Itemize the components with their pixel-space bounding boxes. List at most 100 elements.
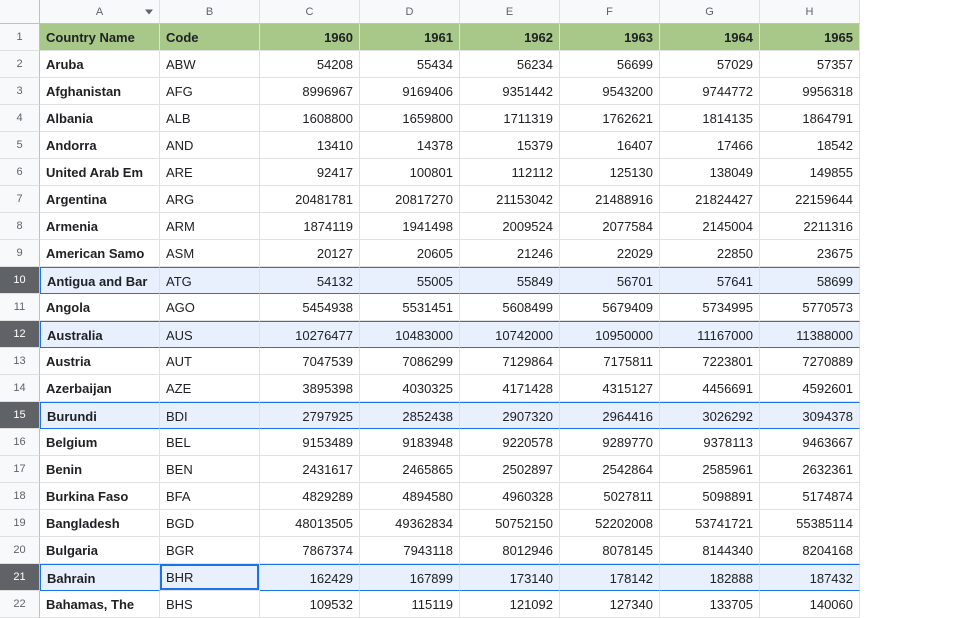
cell-value[interactable]: 8144340 — [660, 537, 760, 564]
header-country[interactable]: Country Name — [40, 24, 160, 51]
cell-code[interactable]: BHS — [160, 591, 260, 618]
cell-value[interactable]: 8996967 — [260, 78, 360, 105]
col-header-B[interactable]: B — [160, 0, 260, 24]
cell-value[interactable]: 1814135 — [660, 105, 760, 132]
cell-code[interactable]: AZE — [160, 375, 260, 402]
cell-country[interactable]: American Samo — [40, 240, 160, 267]
cell-value[interactable]: 9378113 — [660, 429, 760, 456]
cell-code[interactable]: ARE — [160, 159, 260, 186]
cell-value[interactable]: 7047539 — [260, 348, 360, 375]
cell-value[interactable]: 3026292 — [660, 402, 760, 429]
cell-code[interactable]: AND — [160, 132, 260, 159]
cell-value[interactable]: 52202008 — [560, 510, 660, 537]
cell-country[interactable]: Benin — [40, 456, 160, 483]
cell-country[interactable]: Albania — [40, 105, 160, 132]
cell-value[interactable]: 1608800 — [260, 105, 360, 132]
cell-value[interactable]: 9169406 — [360, 78, 460, 105]
cell-code[interactable]: AGO — [160, 294, 260, 321]
col-header-F[interactable]: F — [560, 0, 660, 24]
cell-value[interactable]: 20817270 — [360, 186, 460, 213]
row-header-8[interactable]: 8 — [0, 213, 40, 240]
row-header-4[interactable]: 4 — [0, 105, 40, 132]
cell-country[interactable]: Burkina Faso — [40, 483, 160, 510]
cell-value[interactable]: 5027811 — [560, 483, 660, 510]
cell-code[interactable]: BEL — [160, 429, 260, 456]
cell-value[interactable]: 8012946 — [460, 537, 560, 564]
cell-value[interactable]: 125130 — [560, 159, 660, 186]
cell-value[interactable]: 54132 — [260, 267, 360, 294]
cell-value[interactable]: 14378 — [360, 132, 460, 159]
header-code[interactable]: Code — [160, 24, 260, 51]
cell-value[interactable]: 5679409 — [560, 294, 660, 321]
cell-value[interactable]: 2907320 — [460, 402, 560, 429]
cell-code[interactable]: ALB — [160, 105, 260, 132]
cell-value[interactable]: 49362834 — [360, 510, 460, 537]
cell-value[interactable]: 20481781 — [260, 186, 360, 213]
cell-value[interactable]: 5608499 — [460, 294, 560, 321]
cell-value[interactable]: 92417 — [260, 159, 360, 186]
cell-value[interactable]: 2632361 — [760, 456, 860, 483]
cell-value[interactable]: 121092 — [460, 591, 560, 618]
header-y1962[interactable]: 1962 — [460, 24, 560, 51]
col-header-D[interactable]: D — [360, 0, 460, 24]
cell-value[interactable]: 17466 — [660, 132, 760, 159]
cell-value[interactable]: 149855 — [760, 159, 860, 186]
cell-code[interactable]: BFA — [160, 483, 260, 510]
cell-value[interactable]: 5454938 — [260, 294, 360, 321]
cell-value[interactable]: 7129864 — [460, 348, 560, 375]
cell-value[interactable]: 7086299 — [360, 348, 460, 375]
cell-code[interactable]: BGR — [160, 537, 260, 564]
cell-value[interactable]: 7175811 — [560, 348, 660, 375]
cell-value[interactable]: 100801 — [360, 159, 460, 186]
cell-value[interactable]: 1762621 — [560, 105, 660, 132]
cell-value[interactable]: 56234 — [460, 51, 560, 78]
cell-value[interactable]: 2585961 — [660, 456, 760, 483]
cell-value[interactable]: 57641 — [660, 267, 760, 294]
cell-value[interactable]: 4030325 — [360, 375, 460, 402]
cell-country[interactable]: Australia — [40, 321, 160, 348]
cell-value[interactable]: 9289770 — [560, 429, 660, 456]
cell-value[interactable]: 9183948 — [360, 429, 460, 456]
row-header-3[interactable]: 3 — [0, 78, 40, 105]
cell-code[interactable]: ARM — [160, 213, 260, 240]
cell-value[interactable]: 4456691 — [660, 375, 760, 402]
cell-value[interactable]: 4960328 — [460, 483, 560, 510]
cell-value[interactable]: 4894580 — [360, 483, 460, 510]
cell-value[interactable]: 187432 — [760, 564, 860, 591]
row-header-18[interactable]: 18 — [0, 483, 40, 510]
cell-value[interactable]: 13410 — [260, 132, 360, 159]
row-header-10[interactable]: 10 — [0, 267, 40, 294]
row-header-6[interactable]: 6 — [0, 159, 40, 186]
cell-code[interactable]: BDI — [160, 402, 260, 429]
row-header-20[interactable]: 20 — [0, 537, 40, 564]
cell-value[interactable]: 55849 — [460, 267, 560, 294]
cell-value[interactable]: 138049 — [660, 159, 760, 186]
cell-value[interactable]: 9351442 — [460, 78, 560, 105]
cell-value[interactable]: 57029 — [660, 51, 760, 78]
row-header-22[interactable]: 22 — [0, 591, 40, 618]
cell-value[interactable]: 4829289 — [260, 483, 360, 510]
cell-value[interactable]: 21824427 — [660, 186, 760, 213]
cell-country[interactable]: Belgium — [40, 429, 160, 456]
cell-value[interactable]: 2542864 — [560, 456, 660, 483]
cell-value[interactable]: 1659800 — [360, 105, 460, 132]
cell-value[interactable]: 56701 — [560, 267, 660, 294]
cell-value[interactable]: 2431617 — [260, 456, 360, 483]
cell-value[interactable]: 4171428 — [460, 375, 560, 402]
cell-value[interactable]: 1874119 — [260, 213, 360, 240]
cell-value[interactable]: 2797925 — [260, 402, 360, 429]
cell-value[interactable]: 50752150 — [460, 510, 560, 537]
cell-value[interactable]: 1941498 — [360, 213, 460, 240]
cell-country[interactable]: Bulgaria — [40, 537, 160, 564]
cell-code[interactable]: BHR — [160, 564, 260, 591]
cell-value[interactable]: 15379 — [460, 132, 560, 159]
cell-value[interactable]: 21488916 — [560, 186, 660, 213]
cell-country[interactable]: Angola — [40, 294, 160, 321]
cell-value[interactable]: 22029 — [560, 240, 660, 267]
header-y1961[interactable]: 1961 — [360, 24, 460, 51]
cell-country[interactable]: Austria — [40, 348, 160, 375]
row-header-7[interactable]: 7 — [0, 186, 40, 213]
cell-value[interactable]: 5098891 — [660, 483, 760, 510]
cell-value[interactable]: 21153042 — [460, 186, 560, 213]
col-header-A[interactable]: A — [40, 0, 160, 24]
